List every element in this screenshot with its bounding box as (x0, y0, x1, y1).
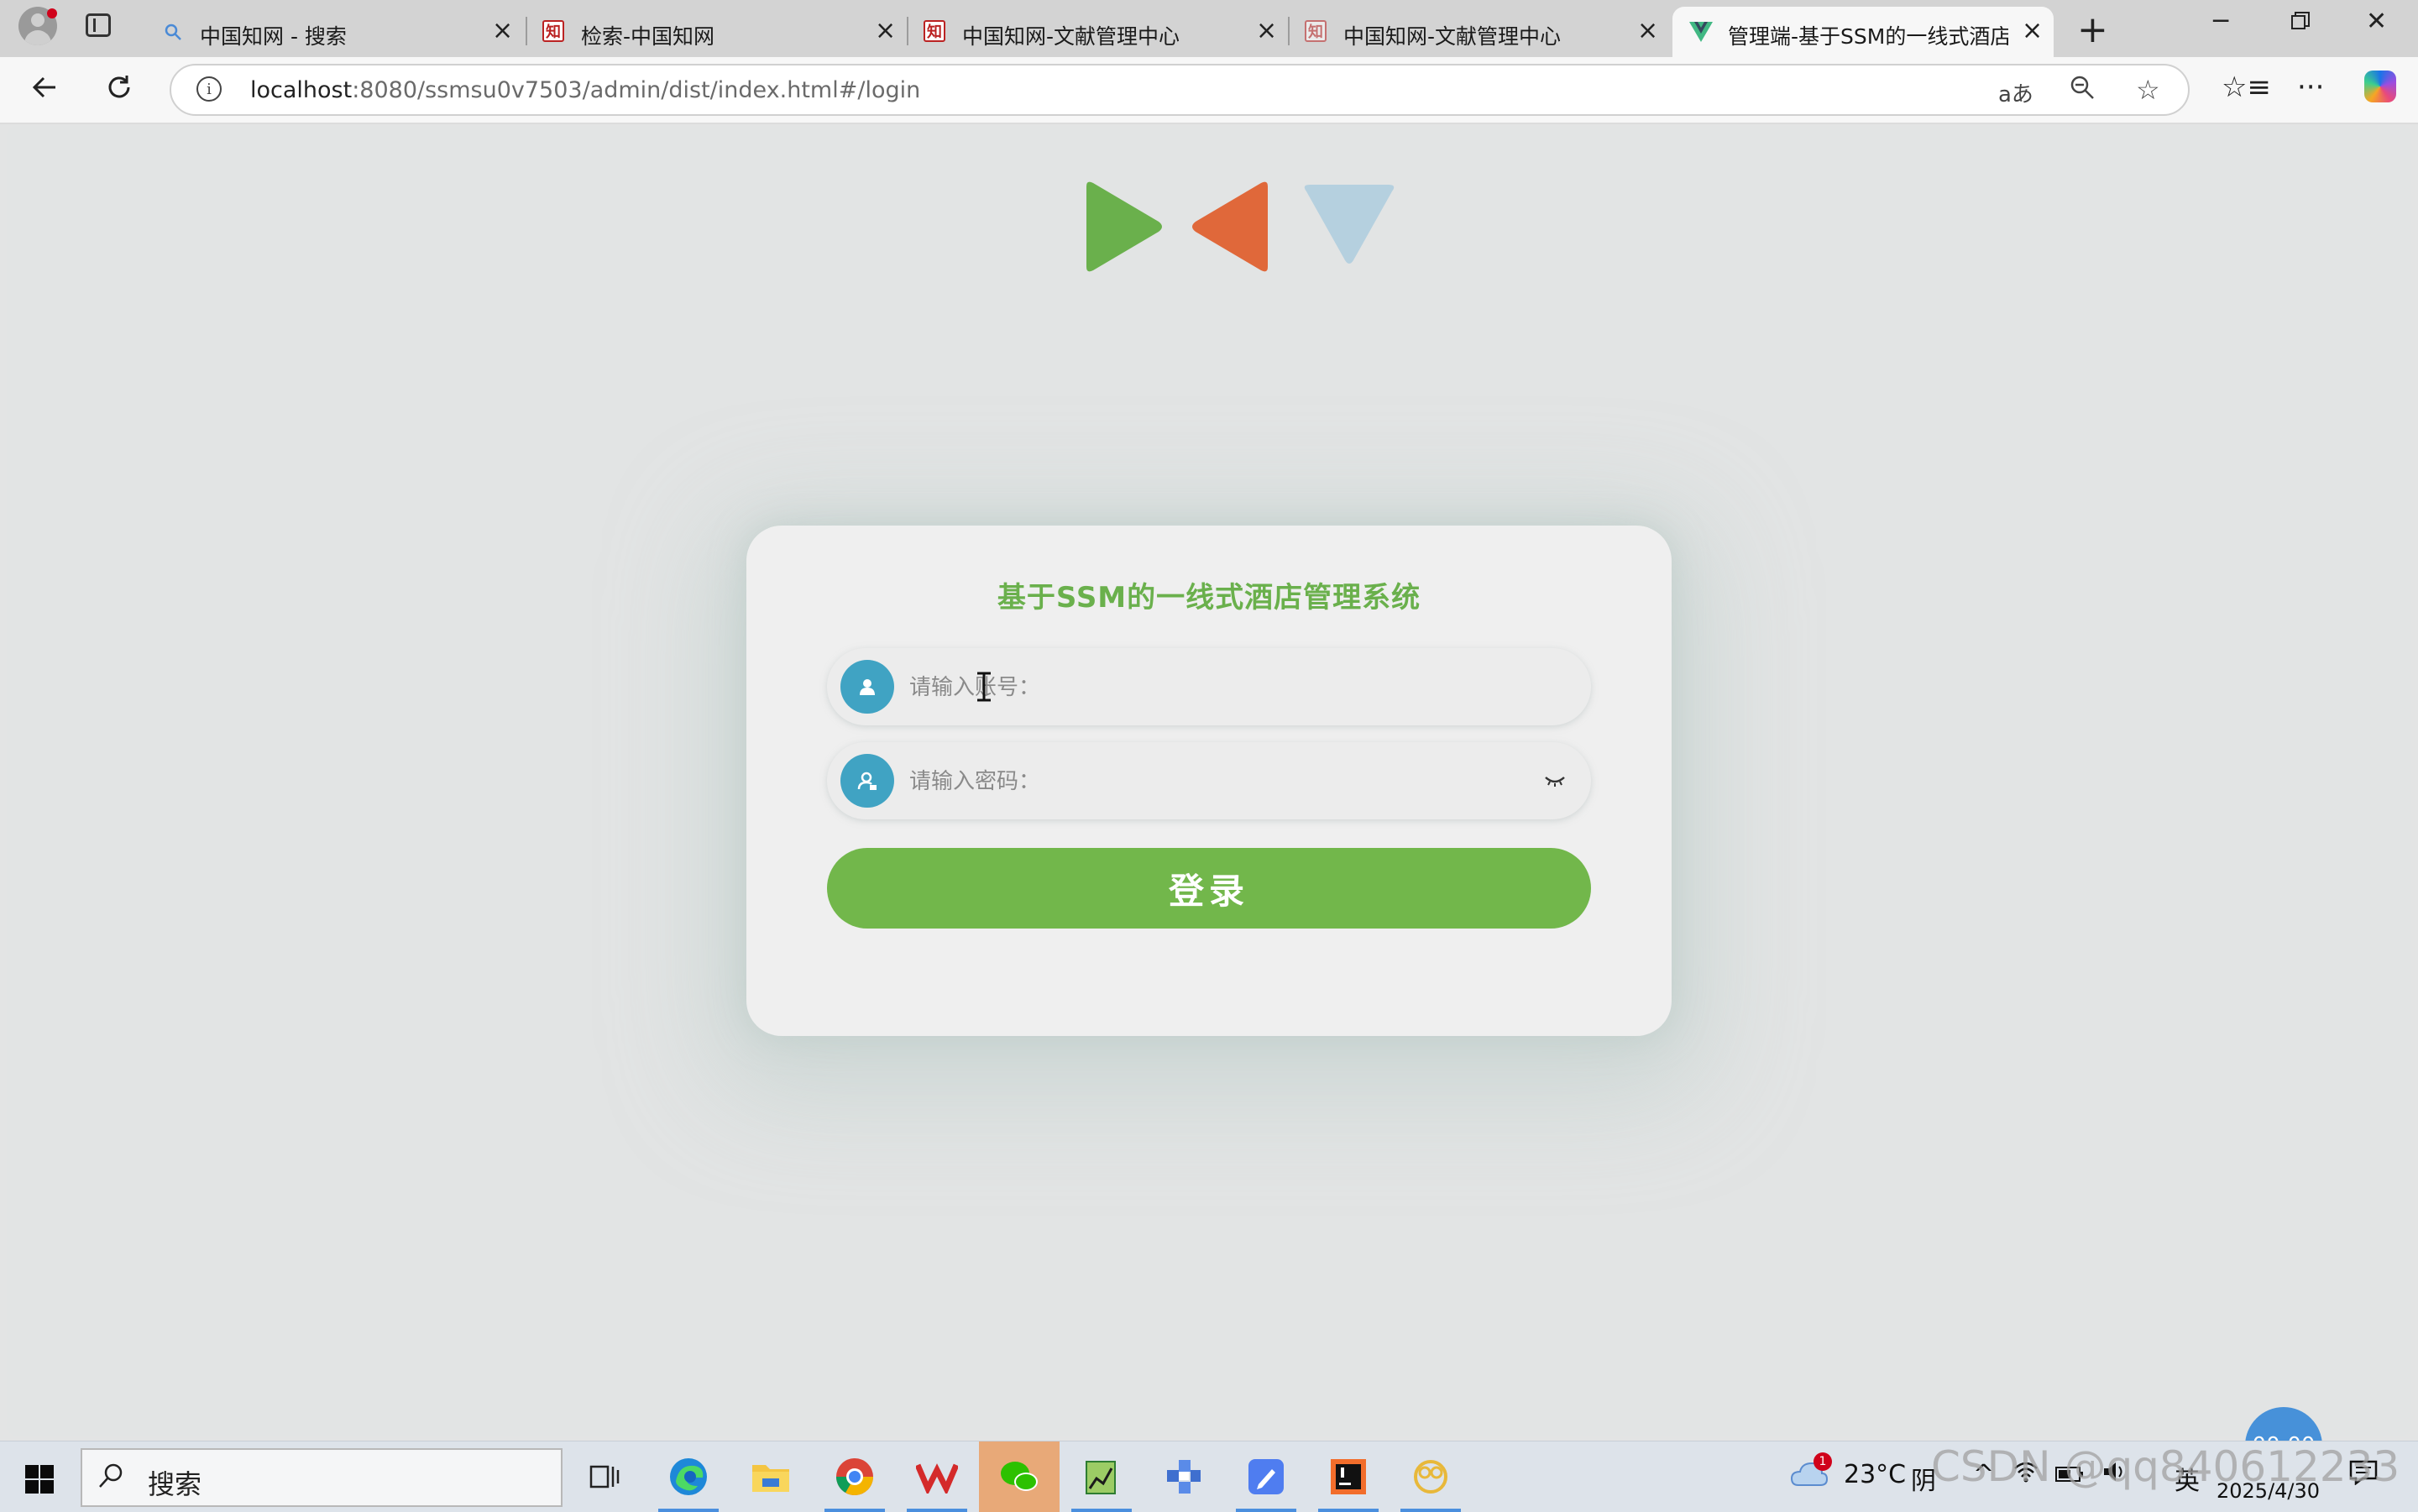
window-close-icon[interactable]: ✕ (2366, 7, 2387, 36)
wps-icon[interactable] (907, 1453, 967, 1512)
close-icon[interactable]: × (1637, 18, 1658, 44)
favorite-star-icon[interactable]: ☆ (2136, 74, 2160, 106)
close-icon[interactable]: × (1256, 18, 1277, 44)
login-card: 基于SSM的一线式酒店管理系统 登录 (746, 526, 1672, 1036)
notes-app-icon[interactable] (1236, 1453, 1296, 1512)
active-indicator (1236, 1509, 1296, 1512)
file-explorer-icon[interactable] (747, 1453, 794, 1500)
tab-actions-icon[interactable] (86, 13, 111, 37)
url-text[interactable]: localhost:8080/ssmsu0v7503/admin/dist/in… (250, 77, 920, 103)
active-indicator (907, 1509, 967, 1512)
zoom-out-icon[interactable] (2069, 74, 2096, 107)
text-cursor-icon (977, 672, 991, 702)
close-icon[interactable]: × (875, 18, 896, 44)
read-aloud-icon[interactable]: aあ (1998, 77, 2033, 108)
browser-tab-active[interactable]: 管理端-基于SSM的一线式酒店 × (1672, 7, 2054, 57)
username-input[interactable] (908, 648, 1499, 727)
search-text: 搜索 (148, 1468, 202, 1500)
more-menu-icon[interactable]: ··· (2297, 71, 2324, 104)
flower-app-icon[interactable] (1400, 1453, 1461, 1512)
active-indicator (824, 1509, 885, 1512)
new-tab-button[interactable]: + (2077, 8, 2108, 51)
tab-separator (526, 17, 527, 45)
tab-title: 中国知网 - 搜索 (200, 24, 347, 49)
url-host: localhost (250, 77, 353, 103)
edge-icon[interactable] (658, 1453, 719, 1512)
url-path: :8080/ssmsu0v7503/admin/dist/index.html#… (352, 77, 921, 103)
tab-title: 中国知网-文献管理中心 (962, 24, 1180, 49)
tab-title: 中国知网-文献管理中心 (1343, 24, 1562, 49)
weather-temp[interactable]: 23°C (1844, 1460, 1906, 1489)
active-indicator (1071, 1509, 1132, 1512)
weather-alert-badge: 1 (1814, 1452, 1832, 1471)
tab-strip: 中国知网 - 搜索 × 知 检索-中国知网 × 知 中国知网-文献管理中心 × … (0, 0, 2418, 57)
tab-separator (1288, 17, 1290, 45)
browser-tab[interactable]: 知 中国知网-文献管理中心 × (1288, 7, 1669, 57)
tab-title: 检索-中国知网 (581, 24, 715, 49)
active-indicator (658, 1509, 719, 1512)
user-icon (840, 660, 894, 714)
task-view-icon[interactable] (581, 1453, 628, 1500)
tab-title: 管理端-基于SSM的一线式酒店 (1728, 24, 2008, 49)
password-field[interactable] (827, 742, 1591, 821)
browser-toolbar: i localhost:8080/ssmsu0v7503/admin/dist/… (0, 57, 2418, 124)
csdn-watermark: CSDN @qq840612233 (1931, 1442, 2400, 1491)
windows-start-icon[interactable] (25, 1465, 54, 1494)
username-field[interactable] (827, 648, 1591, 727)
active-indicator (1318, 1509, 1379, 1512)
cnki-icon: 知 (542, 20, 564, 42)
cnki-icon: 知 (1305, 20, 1327, 42)
password-input[interactable] (908, 742, 1499, 821)
navicat-icon[interactable] (1160, 1453, 1207, 1500)
copilot-icon[interactable] (2364, 71, 2396, 102)
lock-person-icon (840, 754, 894, 808)
close-icon[interactable]: × (2022, 18, 2043, 44)
system-title: 基于SSM的一线式酒店管理系统 (997, 581, 1421, 615)
vue-icon (1689, 20, 1713, 44)
tab-separator (907, 17, 908, 45)
wechat-icon[interactable] (979, 1441, 1060, 1512)
back-icon[interactable] (30, 72, 60, 108)
browser-tab[interactable]: 知 中国知网-文献管理中心 × (907, 7, 1288, 57)
search-icon (161, 20, 185, 44)
chart-app-icon[interactable] (1071, 1453, 1132, 1512)
intellij-icon[interactable] (1318, 1453, 1379, 1512)
cnki-icon: 知 (924, 20, 945, 42)
favorites-icon[interactable]: ☆≡ (2222, 71, 2271, 104)
taskbar-search[interactable]: 搜索 (81, 1448, 563, 1507)
browser-tab[interactable]: 中国知网 - 搜索 × (144, 7, 526, 57)
minimize-icon[interactable]: ─ (2213, 7, 2228, 36)
login-button[interactable]: 登录 (827, 848, 1591, 929)
restore-icon[interactable] (2290, 8, 2311, 38)
browser-tab[interactable]: 知 检索-中国知网 × (526, 7, 907, 57)
address-bar[interactable]: i localhost:8080/ssmsu0v7503/admin/dist/… (170, 64, 2190, 116)
active-indicator (1400, 1509, 1461, 1512)
eye-closed-icon[interactable] (1542, 767, 1568, 793)
info-icon[interactable]: i (196, 76, 222, 102)
refresh-icon[interactable] (104, 72, 134, 108)
notification-dot (47, 8, 57, 18)
close-icon[interactable]: × (492, 18, 513, 44)
chrome-icon[interactable] (824, 1453, 885, 1512)
app-logo (1086, 181, 1395, 272)
search-icon (97, 1462, 126, 1498)
